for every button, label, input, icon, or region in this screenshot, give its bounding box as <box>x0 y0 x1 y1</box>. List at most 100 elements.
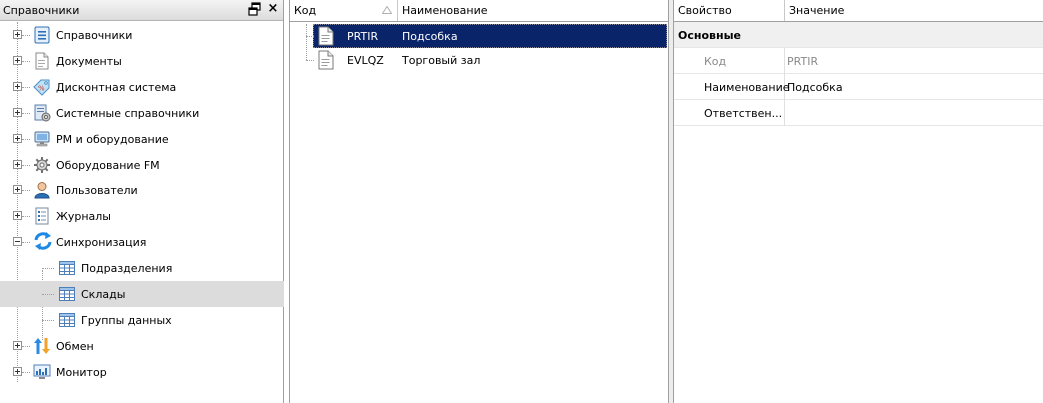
tree-item[interactable]: Системные справочники <box>0 100 284 126</box>
user-icon <box>33 181 51 199</box>
expand-plus-icon[interactable] <box>13 211 22 221</box>
tree-item[interactable]: Склады <box>0 281 284 307</box>
expand-plus-icon[interactable] <box>13 185 22 195</box>
expand-plus-icon[interactable] <box>13 55 22 65</box>
tree-item[interactable]: Оборудование FM <box>0 152 284 178</box>
column-divider <box>784 48 785 74</box>
tree-item[interactable]: Обмен <box>0 333 284 359</box>
tree-connector <box>22 138 30 140</box>
table-row[interactable]: PRTIR Подсобка <box>290 24 669 48</box>
tree-item[interactable]: % Дисконтная система <box>0 74 284 100</box>
property-row[interactable]: Ответствен... <box>674 100 1043 126</box>
tree-item[interactable]: Синхронизация <box>0 229 284 255</box>
property-grid: Свойство Значение Основные Код PRTIR Наиме… <box>674 0 1043 403</box>
tree-connector <box>22 35 30 36</box>
tree-item-label: РМ и оборудование <box>56 132 169 146</box>
tree-item[interactable]: Документы <box>0 48 284 74</box>
expand-plus-icon[interactable] <box>13 340 22 350</box>
tree-item[interactable]: РМ и оборудование <box>0 126 284 152</box>
tree-connector <box>306 60 314 61</box>
property-name: Наименование <box>704 81 790 94</box>
catalog-tree-panel: Справочники × Справочники Документы% Диско… <box>0 0 284 403</box>
tree-item-label: Дисконтная система <box>56 80 177 94</box>
property-category-label: Основные <box>678 29 741 42</box>
journal-icon <box>33 207 51 225</box>
tree-item-label: Склады <box>81 288 126 301</box>
panel-header: Справочники × <box>0 0 283 21</box>
tree-connector <box>42 268 54 270</box>
expand-plus-icon[interactable] <box>13 159 22 169</box>
tree-connector <box>22 216 30 218</box>
tree-item[interactable]: Справочники <box>0 22 284 48</box>
list-header: Код Наименование <box>290 0 669 22</box>
workstation-icon <box>33 130 51 148</box>
expand-plus-icon[interactable] <box>13 30 22 39</box>
column-header-property[interactable]: Свойство <box>674 0 785 21</box>
panel-title: Справочники <box>3 4 80 17</box>
property-row[interactable]: Код PRTIR <box>674 48 1043 74</box>
tree-item[interactable]: Монитор <box>0 359 284 385</box>
exchange-arrows-icon <box>33 337 51 355</box>
document-icon <box>33 52 51 70</box>
tree-connector <box>22 86 30 88</box>
tree-item[interactable]: Журналы <box>0 203 284 229</box>
tree-item-label: Документы <box>56 54 122 68</box>
table-icon <box>58 285 76 303</box>
tree-item-label: Подразделения <box>81 262 173 276</box>
tree-connector <box>22 112 30 114</box>
property-value: PRTIR <box>787 55 819 68</box>
tree-connector <box>42 294 54 295</box>
tree-item-label: Пользователи <box>56 184 138 198</box>
column-header-value-label: Значение <box>789 4 845 17</box>
expand-plus-icon[interactable] <box>13 366 22 376</box>
expand-plus-icon[interactable] <box>13 107 22 117</box>
column-header-code-label: Код <box>294 4 317 17</box>
table-row[interactable]: EVLQZ Торговый зал <box>290 48 669 72</box>
tree-connector <box>306 36 314 37</box>
tree-item-label: Системные справочники <box>56 106 200 120</box>
table-icon <box>58 259 76 277</box>
records-list: Код Наименование PRTIR Подсобка EVLQZ Торго… <box>289 0 669 403</box>
property-row[interactable]: Наименование Подсобка <box>674 74 1043 100</box>
column-header-value[interactable]: Значение <box>785 0 1043 21</box>
tree-connector <box>22 60 30 62</box>
tree-item-label: Группы данных <box>81 313 172 327</box>
table-icon <box>58 311 76 329</box>
sync-icon <box>33 231 53 251</box>
cell-code: PRTIR <box>347 30 379 43</box>
tree-connector <box>42 319 54 321</box>
tree-connector <box>22 345 30 347</box>
record-document-icon <box>317 50 335 70</box>
property-name: Ответствен... <box>704 107 783 120</box>
close-panel-button[interactable]: × <box>266 1 280 17</box>
discount-tag-icon: % <box>33 78 51 96</box>
property-grid-header: Свойство Значение <box>674 0 1043 22</box>
tree-item[interactable]: Пользователи <box>0 177 284 203</box>
tree-item-label: Оборудование FM <box>56 158 160 172</box>
column-header-name-label: Наименование <box>402 4 488 17</box>
cell-code: EVLQZ <box>347 54 384 67</box>
column-divider <box>784 100 785 126</box>
system-catalog-icon <box>33 104 51 122</box>
collapse-minus-icon[interactable] <box>13 237 22 247</box>
tree-item[interactable]: Подразделения <box>0 255 284 281</box>
expand-plus-icon[interactable] <box>13 133 22 143</box>
column-header-code[interactable]: Код <box>290 0 398 21</box>
sort-ascending-icon <box>382 6 392 14</box>
property-category-row[interactable]: Основные <box>674 22 1043 48</box>
column-header-property-label: Свойство <box>678 4 732 17</box>
tree-item[interactable]: Группы данных <box>0 307 284 333</box>
pin-window-icon[interactable] <box>248 2 262 17</box>
tree-connector <box>22 242 30 244</box>
property-value[interactable]: Подсобка <box>787 81 843 94</box>
expand-plus-icon[interactable] <box>13 81 22 91</box>
tree-connector <box>22 371 30 373</box>
tree-item-label: Синхронизация <box>56 236 147 250</box>
tree-item-label: Журналы <box>56 210 111 224</box>
property-name: Код <box>704 55 727 68</box>
monitor-chart-icon <box>33 363 51 381</box>
column-header-name[interactable]: Наименование <box>398 0 669 21</box>
tree-item-label: Обмен <box>56 339 94 353</box>
list-icon <box>33 26 51 44</box>
cell-name: Подсобка <box>402 30 458 43</box>
